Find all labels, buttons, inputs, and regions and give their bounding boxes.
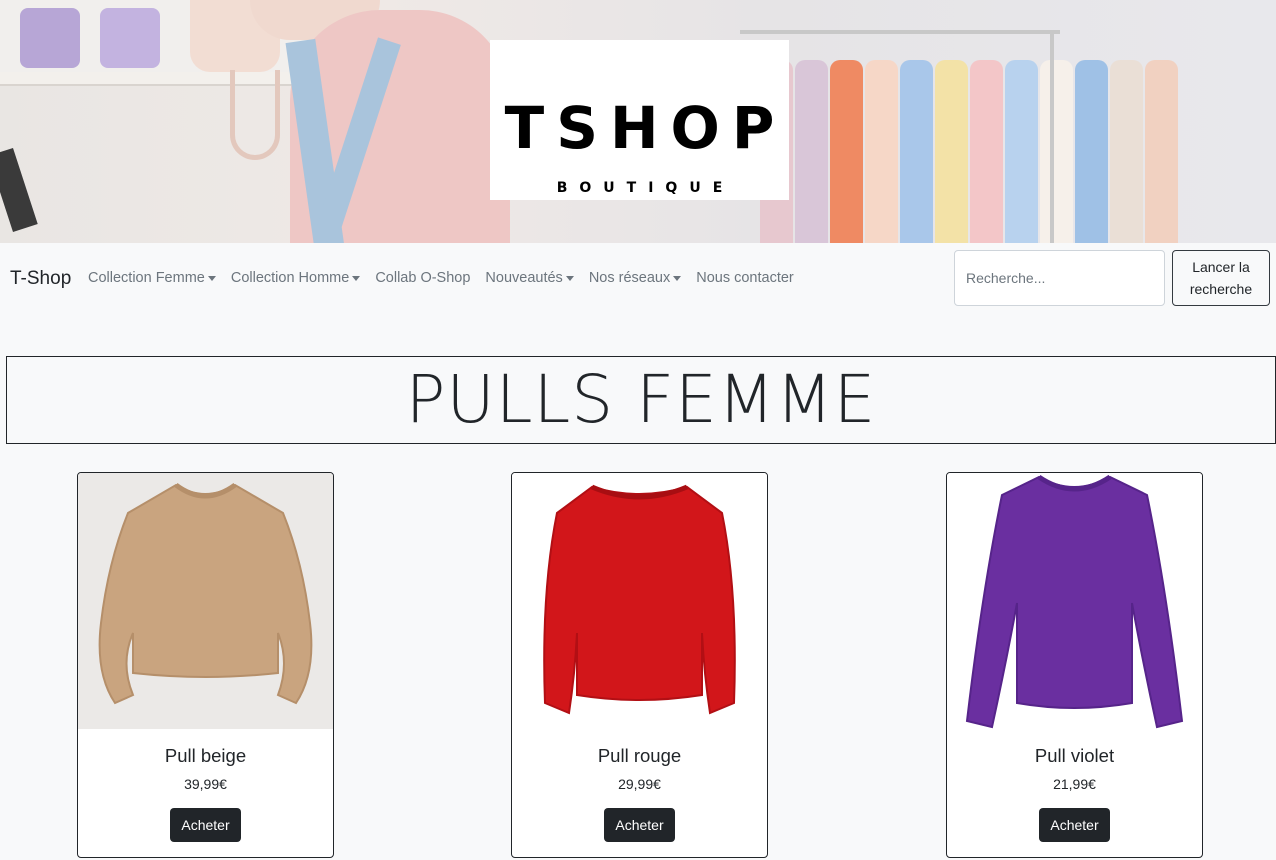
product-card: Pull violet 21,99€ Acheter [946, 472, 1203, 858]
hero-rail-post [1050, 30, 1054, 243]
buy-button[interactable]: Acheter [604, 808, 675, 842]
product-name: Pull beige [164, 745, 247, 766]
hero-shoe [20, 8, 80, 68]
nav-item-nous-contacter[interactable]: Nous contacter [696, 270, 794, 286]
logo-title: TSHOP [504, 94, 787, 162]
nav-item-label: Collection Femme [88, 270, 205, 286]
caret-down-icon [673, 275, 682, 281]
nav-item-nouveautes[interactable]: Nouveautés [485, 270, 574, 286]
buy-button[interactable]: Acheter [170, 808, 241, 842]
logo-subtitle: BOUTIQUE [556, 180, 735, 196]
hero-clothes [760, 60, 1180, 243]
product-price: 39,99€ [184, 776, 227, 792]
product-image [947, 473, 1202, 729]
hero-banner: TSHOP BOUTIQUE [0, 0, 1276, 243]
nav-item-label: Collection Homme [230, 270, 350, 286]
page-title-box: PULLS FEMME [6, 356, 1276, 444]
caret-down-icon [565, 275, 574, 281]
hero-bottle [0, 147, 38, 233]
product-card: Pull rouge 29,99€ Acheter [511, 472, 768, 858]
search-input[interactable] [954, 250, 1165, 306]
hero-clothes-rail [740, 30, 1060, 34]
product-price: 21,99€ [1053, 776, 1096, 792]
product-name: Pull violet [1034, 745, 1115, 766]
navbar: T-Shop Collection Femme Collection Homme… [0, 243, 1276, 313]
nav-item-nos-reseaux[interactable]: Nos réseaux [588, 270, 682, 286]
product-image [78, 473, 333, 729]
search-button[interactable]: Lancer la recherche [1172, 250, 1270, 306]
page-title: PULLS FEMME [405, 361, 877, 438]
caret-down-icon [207, 275, 216, 281]
shop-logo: TSHOP BOUTIQUE [490, 40, 789, 200]
product-card: Pull beige 39,99€ Acheter [77, 472, 334, 858]
caret-down-icon [352, 275, 361, 281]
product-name: Pull rouge [597, 745, 682, 766]
nav-item-label: Nos réseaux [588, 270, 671, 286]
navbar-brand[interactable]: T-Shop [10, 268, 71, 290]
nav-item-label: Nouveautés [485, 270, 563, 286]
product-image [512, 473, 767, 729]
nav-item-label: Nous contacter [696, 270, 794, 286]
hero-bag-strap [230, 70, 280, 160]
buy-button[interactable]: Acheter [1039, 808, 1110, 842]
hero-shoe [100, 8, 160, 68]
nav-item-label: Collab O-Shop [375, 270, 471, 286]
nav-item-collab-o-shop[interactable]: Collab O-Shop [375, 270, 470, 286]
product-price: 29,99€ [618, 776, 661, 792]
nav-menu: Collection Femme Collection Homme Collab… [88, 270, 809, 286]
nav-item-collection-homme[interactable]: Collection Homme [230, 270, 361, 286]
nav-item-collection-femme[interactable]: Collection Femme [88, 270, 216, 286]
